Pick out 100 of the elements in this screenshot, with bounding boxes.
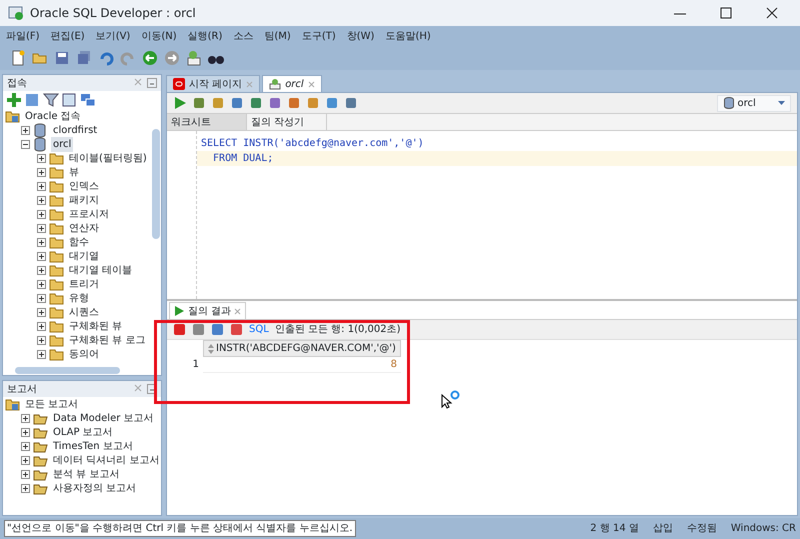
app-icon bbox=[8, 5, 24, 21]
status-text: 수정됨 bbox=[686, 522, 717, 536]
folder-icon bbox=[49, 150, 64, 166]
status-text: 인출된 모든 행: 1(0,002초) bbox=[274, 323, 400, 337]
tree-item[interactable]: Data Modeler 보고서 bbox=[51, 410, 156, 426]
run-icon[interactable] bbox=[173, 96, 187, 110]
new-file-icon[interactable] bbox=[10, 50, 26, 66]
connection-select[interactable]: orcl bbox=[717, 94, 791, 112]
tree-item[interactable]: 모든 보고서 bbox=[23, 396, 80, 412]
tree-item[interactable]: 동의어 bbox=[67, 346, 101, 362]
tree-item[interactable]: 대기열 테이블 bbox=[67, 262, 134, 278]
folder-icon bbox=[49, 192, 64, 208]
row-number: 1 bbox=[192, 358, 200, 372]
folder-icon bbox=[49, 178, 64, 194]
folder-icon bbox=[49, 332, 64, 348]
expand-icon[interactable] bbox=[21, 428, 30, 436]
menu-item[interactable]: 편집(E) bbox=[50, 28, 85, 44]
windows-icon[interactable] bbox=[80, 92, 96, 108]
tree-item[interactable]: 뷰 bbox=[67, 164, 81, 180]
menu-item[interactable]: 보기(V) bbox=[96, 28, 130, 44]
folder-icon bbox=[49, 318, 64, 334]
menu-item[interactable]: 이동(N) bbox=[141, 28, 177, 44]
tree-item[interactable]: 트리거 bbox=[67, 276, 101, 292]
folder-icon bbox=[49, 262, 64, 278]
tree-item[interactable]: 구체화된 뷰 bbox=[67, 318, 124, 334]
editor-tab[interactable]: orcl bbox=[262, 75, 322, 92]
panel-title: 접속 bbox=[7, 76, 27, 90]
tree-item[interactable]: 함수 bbox=[67, 234, 91, 250]
expand-icon[interactable] bbox=[37, 308, 46, 316]
expand-icon[interactable] bbox=[21, 126, 30, 134]
folder-icon bbox=[5, 396, 20, 412]
status-text: 삽입 bbox=[652, 522, 673, 536]
forward-icon[interactable] bbox=[164, 50, 180, 66]
menu-item[interactable]: 소스 bbox=[233, 28, 254, 44]
tree-item[interactable]: 사용자정의 보고서 bbox=[51, 480, 138, 496]
expand-icon[interactable] bbox=[21, 442, 30, 450]
folder-icon bbox=[49, 248, 64, 264]
expand-icon[interactable] bbox=[37, 350, 46, 358]
tree-item[interactable]: 데이터 딕셔너리 보고서 bbox=[51, 452, 162, 468]
tree-item[interactable]: 테이블(필터링됨) bbox=[67, 150, 149, 166]
menu-item[interactable]: 도움말(H) bbox=[385, 28, 431, 44]
undo-icon[interactable] bbox=[98, 50, 114, 66]
tree-item[interactable]: OLAP 보고서 bbox=[51, 424, 115, 440]
menu-item[interactable]: 실행(R) bbox=[188, 28, 222, 44]
expand-icon[interactable] bbox=[37, 182, 46, 190]
tree-item[interactable]: 유형 bbox=[67, 290, 91, 306]
panel-title: 보고서 bbox=[7, 382, 37, 396]
expand-icon[interactable] bbox=[37, 196, 46, 204]
sql-link[interactable]: SQL bbox=[249, 322, 269, 337]
expand-icon[interactable] bbox=[37, 210, 46, 218]
tree-item[interactable]: 프로시저 bbox=[67, 206, 111, 222]
tree-item[interactable]: clordfirst bbox=[51, 122, 100, 138]
back-icon[interactable] bbox=[142, 50, 158, 66]
expand-icon[interactable] bbox=[37, 252, 46, 260]
tree-item[interactable]: 분석 뷰 보고서 bbox=[51, 466, 122, 482]
expand-icon[interactable] bbox=[21, 470, 30, 478]
expand-icon[interactable] bbox=[37, 294, 46, 302]
tree-item[interactable]: 패키지 bbox=[67, 192, 101, 208]
save-icon[interactable] bbox=[54, 50, 70, 66]
expand-icon[interactable] bbox=[37, 280, 46, 288]
tree-item[interactable]: 연산자 bbox=[67, 220, 101, 236]
tree-item[interactable]: 구체화된 뷰 로그 bbox=[67, 332, 148, 348]
collapse-icon[interactable] bbox=[21, 140, 30, 148]
menu-item[interactable]: 파일(F) bbox=[6, 28, 40, 44]
sql-worksheet-icon[interactable] bbox=[186, 50, 202, 66]
add-icon[interactable] bbox=[6, 92, 22, 108]
expand-icon[interactable] bbox=[37, 224, 46, 232]
expand-icon[interactable] bbox=[37, 336, 46, 344]
minimize-icon[interactable] bbox=[147, 384, 157, 394]
expand-icon[interactable] bbox=[21, 456, 30, 464]
editor-tab[interactable]: 시작 페이지 bbox=[166, 75, 260, 92]
folder-icon bbox=[49, 346, 64, 362]
expand-icon[interactable] bbox=[21, 484, 30, 492]
menu-item[interactable]: 창(W) bbox=[346, 28, 374, 44]
menu-item[interactable]: 팀(M) bbox=[264, 28, 291, 44]
results-tab[interactable]: 질의 결과 bbox=[169, 302, 246, 319]
minimize-icon[interactable] bbox=[147, 78, 157, 88]
tree-item[interactable]: 시퀀스 bbox=[67, 304, 101, 320]
expand-icon[interactable] bbox=[37, 238, 46, 246]
menu-item[interactable]: 도구(T) bbox=[302, 28, 336, 44]
folder-icon bbox=[49, 304, 64, 320]
expand-icon[interactable] bbox=[37, 154, 46, 162]
code-line: SELECT INSTR('abcdefg@naver.com','@') bbox=[200, 137, 425, 151]
tree-item[interactable]: 대기열 bbox=[67, 248, 101, 264]
expand-icon[interactable] bbox=[21, 414, 30, 422]
folder-icon bbox=[49, 206, 64, 222]
column-header[interactable]: INSTR('ABCDEFG@NAVER.COM','@') bbox=[203, 340, 401, 357]
table-cell: 8 bbox=[203, 357, 401, 373]
folder-icon bbox=[49, 164, 64, 180]
status-text: Windows: CR bbox=[730, 522, 796, 536]
tree-item[interactable]: orcl bbox=[51, 136, 74, 152]
worksheet-tab[interactable]: 워크시트 bbox=[167, 114, 247, 130]
tree-item[interactable]: TimesTen 보고서 bbox=[51, 438, 135, 454]
worksheet-tab[interactable]: 질의 작성기 bbox=[247, 114, 327, 130]
database-icon bbox=[723, 97, 735, 109]
expand-icon[interactable] bbox=[37, 168, 46, 176]
expand-icon[interactable] bbox=[37, 322, 46, 330]
expand-icon[interactable] bbox=[37, 266, 46, 274]
tree-item[interactable]: Oracle 접속 bbox=[23, 109, 83, 124]
tree-item[interactable]: 인덱스 bbox=[67, 178, 101, 194]
